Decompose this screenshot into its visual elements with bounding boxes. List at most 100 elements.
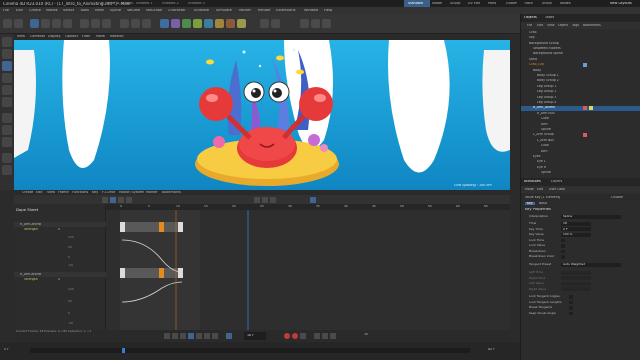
cloner-icon[interactable] (193, 19, 202, 28)
menu-select[interactable]: Select (63, 9, 74, 13)
layout-groom[interactable]: Groom (506, 2, 517, 5)
tangent-icon[interactable] (310, 197, 316, 203)
tag-icon[interactable] (583, 63, 587, 67)
key-value-input[interactable]: 100 % (561, 232, 591, 237)
prev-key-icon[interactable] (172, 333, 178, 339)
render-settings-icon[interactable] (142, 19, 151, 28)
fps-value[interactable]: 30 (364, 333, 368, 336)
obj-menu-bookmarks[interactable]: Bookmarks (583, 24, 601, 27)
obj-menu-tags[interactable]: Tags (572, 24, 579, 27)
viewport-menu-redshift[interactable]: Redshift (110, 35, 124, 38)
attr-menu-mode[interactable]: Mode (525, 188, 534, 191)
tl-menu-frame[interactable]: Frame (58, 191, 69, 194)
snap-icon[interactable] (260, 19, 269, 28)
motion-mode-icon[interactable] (126, 197, 132, 203)
camera-icon[interactable] (226, 19, 235, 28)
menu-edit[interactable]: Edit (16, 9, 23, 13)
menu-character[interactable]: Character (168, 9, 186, 13)
interpolation-select[interactable]: Spline (561, 214, 621, 219)
menu-help[interactable]: Help (324, 9, 332, 13)
obj-menu-object[interactable]: Object (558, 24, 568, 27)
menu-tracker[interactable]: Tracker (238, 9, 251, 13)
tl-menu-bookmarks[interactable]: Bookmarks (162, 191, 181, 194)
next-frame-icon[interactable] (196, 333, 202, 339)
file-tab[interactable]: Untitled 1 (136, 2, 160, 5)
edges-icon[interactable] (2, 85, 12, 95)
polygons-mode-icon[interactable] (322, 19, 331, 28)
cube-icon[interactable] (160, 19, 169, 28)
break-tangents-checkbox[interactable] (569, 306, 573, 310)
scale-icon[interactable] (52, 19, 61, 28)
end-frame[interactable]: 80 F (488, 348, 495, 351)
z-axis-icon[interactable] (102, 19, 111, 28)
edges-mode-icon[interactable] (311, 19, 320, 28)
viewport-menu-options[interactable]: Options (65, 35, 78, 38)
lock-icon[interactable] (2, 153, 12, 163)
dopesheet-mode-icon[interactable] (110, 197, 116, 203)
tl-menu-key[interactable]: Key (92, 191, 98, 194)
linear-icon[interactable] (254, 197, 260, 203)
menu-mograph[interactable]: MoGraph (146, 9, 162, 13)
menu-render[interactable]: Render (258, 9, 271, 13)
time-input[interactable]: 18 (561, 221, 591, 226)
breakdown-color-checkbox[interactable] (561, 255, 565, 259)
prev-frame-icon[interactable] (180, 333, 186, 339)
list-item[interactable]: Spline (521, 170, 640, 175)
dope-sheet-graph[interactable] (106, 210, 510, 330)
menu-simulate[interactable]: Simulate (216, 9, 232, 13)
lock-value-checkbox[interactable] (561, 244, 565, 248)
rotate-icon[interactable] (63, 19, 72, 28)
scale-key-icon[interactable] (330, 333, 336, 339)
fcurve-mode-icon[interactable] (118, 197, 124, 203)
menu-tools[interactable]: Tools (80, 9, 89, 13)
menu-extensions[interactable]: Extensions (276, 9, 296, 13)
right-value-input[interactable] (561, 287, 591, 292)
model-mode-icon[interactable] (2, 37, 12, 47)
tab-attributes[interactable]: Attributes (524, 180, 541, 183)
obj-menu-edit[interactable]: Edit (537, 24, 543, 27)
x-axis-icon[interactable] (80, 19, 89, 28)
menu-create[interactable]: Create (29, 9, 41, 13)
menu-volume[interactable]: Volume (127, 9, 140, 13)
layout-uv-edit[interactable]: UV Edit (468, 2, 480, 5)
tl-menu-functions[interactable]: Functions (72, 191, 88, 194)
left-time-input[interactable] (561, 270, 591, 275)
axis-mode-icon[interactable] (2, 61, 12, 71)
key-mode-icon[interactable] (102, 197, 108, 203)
viewport-menu-filter[interactable]: Filter (82, 35, 90, 38)
subtab-basic[interactable]: Basic (539, 202, 547, 205)
layout-paint[interactable]: Paint (488, 2, 496, 5)
menu-mesh[interactable]: Mesh (95, 9, 104, 13)
tab-objects[interactable]: Objects (524, 16, 537, 19)
pen-icon[interactable] (171, 19, 180, 28)
menu-file[interactable]: File (3, 9, 9, 13)
tag-icon[interactable] (589, 106, 593, 110)
layout-nodes[interactable]: Nodes (560, 2, 571, 5)
frame-slider[interactable] (30, 348, 470, 353)
layout-sculpt[interactable]: Sculpt (450, 2, 461, 5)
deformer-icon[interactable] (204, 19, 213, 28)
viewport-menu-view[interactable]: View (17, 35, 25, 38)
tab-takes[interactable]: Takes (545, 16, 554, 19)
autokey-icon[interactable] (292, 333, 298, 339)
move-key-icon[interactable] (314, 333, 320, 339)
breakdown-checkbox[interactable] (561, 249, 565, 253)
file-tab[interactable]: Untitled 2 (162, 2, 186, 5)
loop-icon[interactable] (226, 333, 232, 339)
render-view-icon[interactable] (120, 19, 129, 28)
texture-mode-icon[interactable] (2, 49, 12, 59)
track-row[interactable]: Strength 0 (14, 277, 106, 282)
gear-icon[interactable] (2, 165, 12, 175)
render-icon[interactable] (131, 19, 140, 28)
live-selection-icon[interactable] (30, 19, 39, 28)
points-mode-icon[interactable] (300, 19, 309, 28)
subtab-key[interactable]: Key (525, 202, 535, 206)
current-frame-field[interactable]: 18 F (244, 332, 266, 340)
next-key-icon[interactable] (204, 333, 210, 339)
layout-track[interactable]: Track (524, 2, 533, 5)
tl-menu-edit[interactable]: Edit (36, 191, 43, 194)
keep-visual-angle-checkbox[interactable] (569, 311, 573, 315)
file-tab[interactable]: Untitled 3 (188, 2, 212, 5)
menu-animate[interactable]: Animate (194, 9, 209, 13)
viewport[interactable]: View Cameras Display Options Filter Pane… (14, 34, 510, 190)
